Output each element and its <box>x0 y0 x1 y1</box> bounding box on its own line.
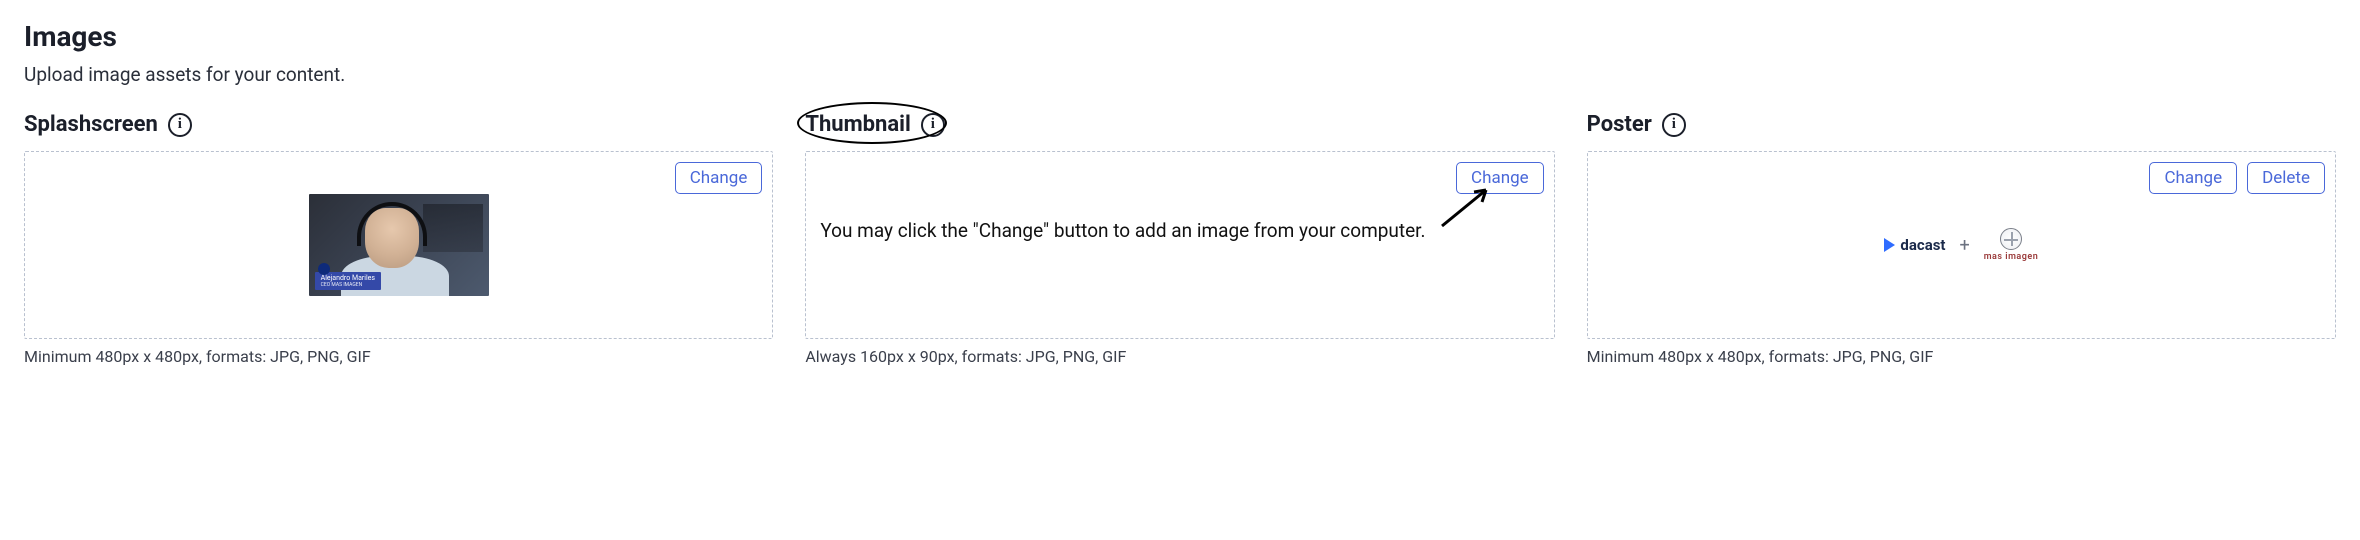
poster-helper-text: Minimum 480px x 480px, formats: JPG, PNG… <box>1587 347 2336 366</box>
poster-header: Poster i <box>1587 112 2336 137</box>
globe-icon <box>2000 228 2022 250</box>
splashscreen-dropzone[interactable]: Change Alejandro Mariles CEO MAS IMAGEN <box>24 151 773 339</box>
poster-dropzone[interactable]: Change Delete dacast + mas imagen <box>1587 151 2336 339</box>
info-icon[interactable]: i <box>168 113 192 137</box>
mas-imagen-logo: mas imagen <box>1984 228 2039 262</box>
poster-preview-image: dacast + mas imagen <box>1884 228 2038 262</box>
thumbnail-dropzone[interactable]: Change You may click the "Change" button… <box>805 151 1554 339</box>
dacast-logo: dacast <box>1884 236 1945 254</box>
section-description: Upload image assets for your content. <box>24 63 2336 86</box>
splashscreen-title: Splashscreen <box>24 112 158 137</box>
poster-title: Poster <box>1587 112 1652 137</box>
delete-button[interactable]: Delete <box>2247 162 2325 194</box>
splashscreen-preview-image: Alejandro Mariles CEO MAS IMAGEN <box>309 194 489 296</box>
change-button[interactable]: Change <box>1456 162 1544 194</box>
image-cards-row: Splashscreen i Change Alejandro Mariles … <box>24 112 2336 366</box>
splashscreen-header: Splashscreen i <box>24 112 773 137</box>
thumbnail-header: Thumbnail i <box>805 112 1554 137</box>
lower-third: Alejandro Mariles CEO MAS IMAGEN <box>315 272 381 290</box>
section-title: Images <box>24 20 2336 53</box>
info-icon[interactable]: i <box>1662 113 1686 137</box>
info-icon[interactable]: i <box>921 113 945 137</box>
change-button[interactable]: Change <box>675 162 763 194</box>
splashscreen-card: Splashscreen i Change Alejandro Mariles … <box>24 112 773 366</box>
poster-card: Poster i Change Delete dacast + mas imag… <box>1587 112 2336 366</box>
plus-icon: + <box>1960 235 1970 256</box>
thumbnail-title: Thumbnail <box>805 112 910 137</box>
annotation-instruction-text: You may click the "Change" button to add… <box>820 218 1443 245</box>
thumbnail-helper-text: Always 160px x 90px, formats: JPG, PNG, … <box>805 347 1554 366</box>
preview-subtitle: CEO MAS IMAGEN <box>321 283 375 289</box>
change-button[interactable]: Change <box>2149 162 2237 194</box>
thumbnail-card: Thumbnail i Change You may click the "Ch… <box>805 112 1554 366</box>
splashscreen-helper-text: Minimum 480px x 480px, formats: JPG, PNG… <box>24 347 773 366</box>
chevron-right-icon <box>1884 238 1895 252</box>
